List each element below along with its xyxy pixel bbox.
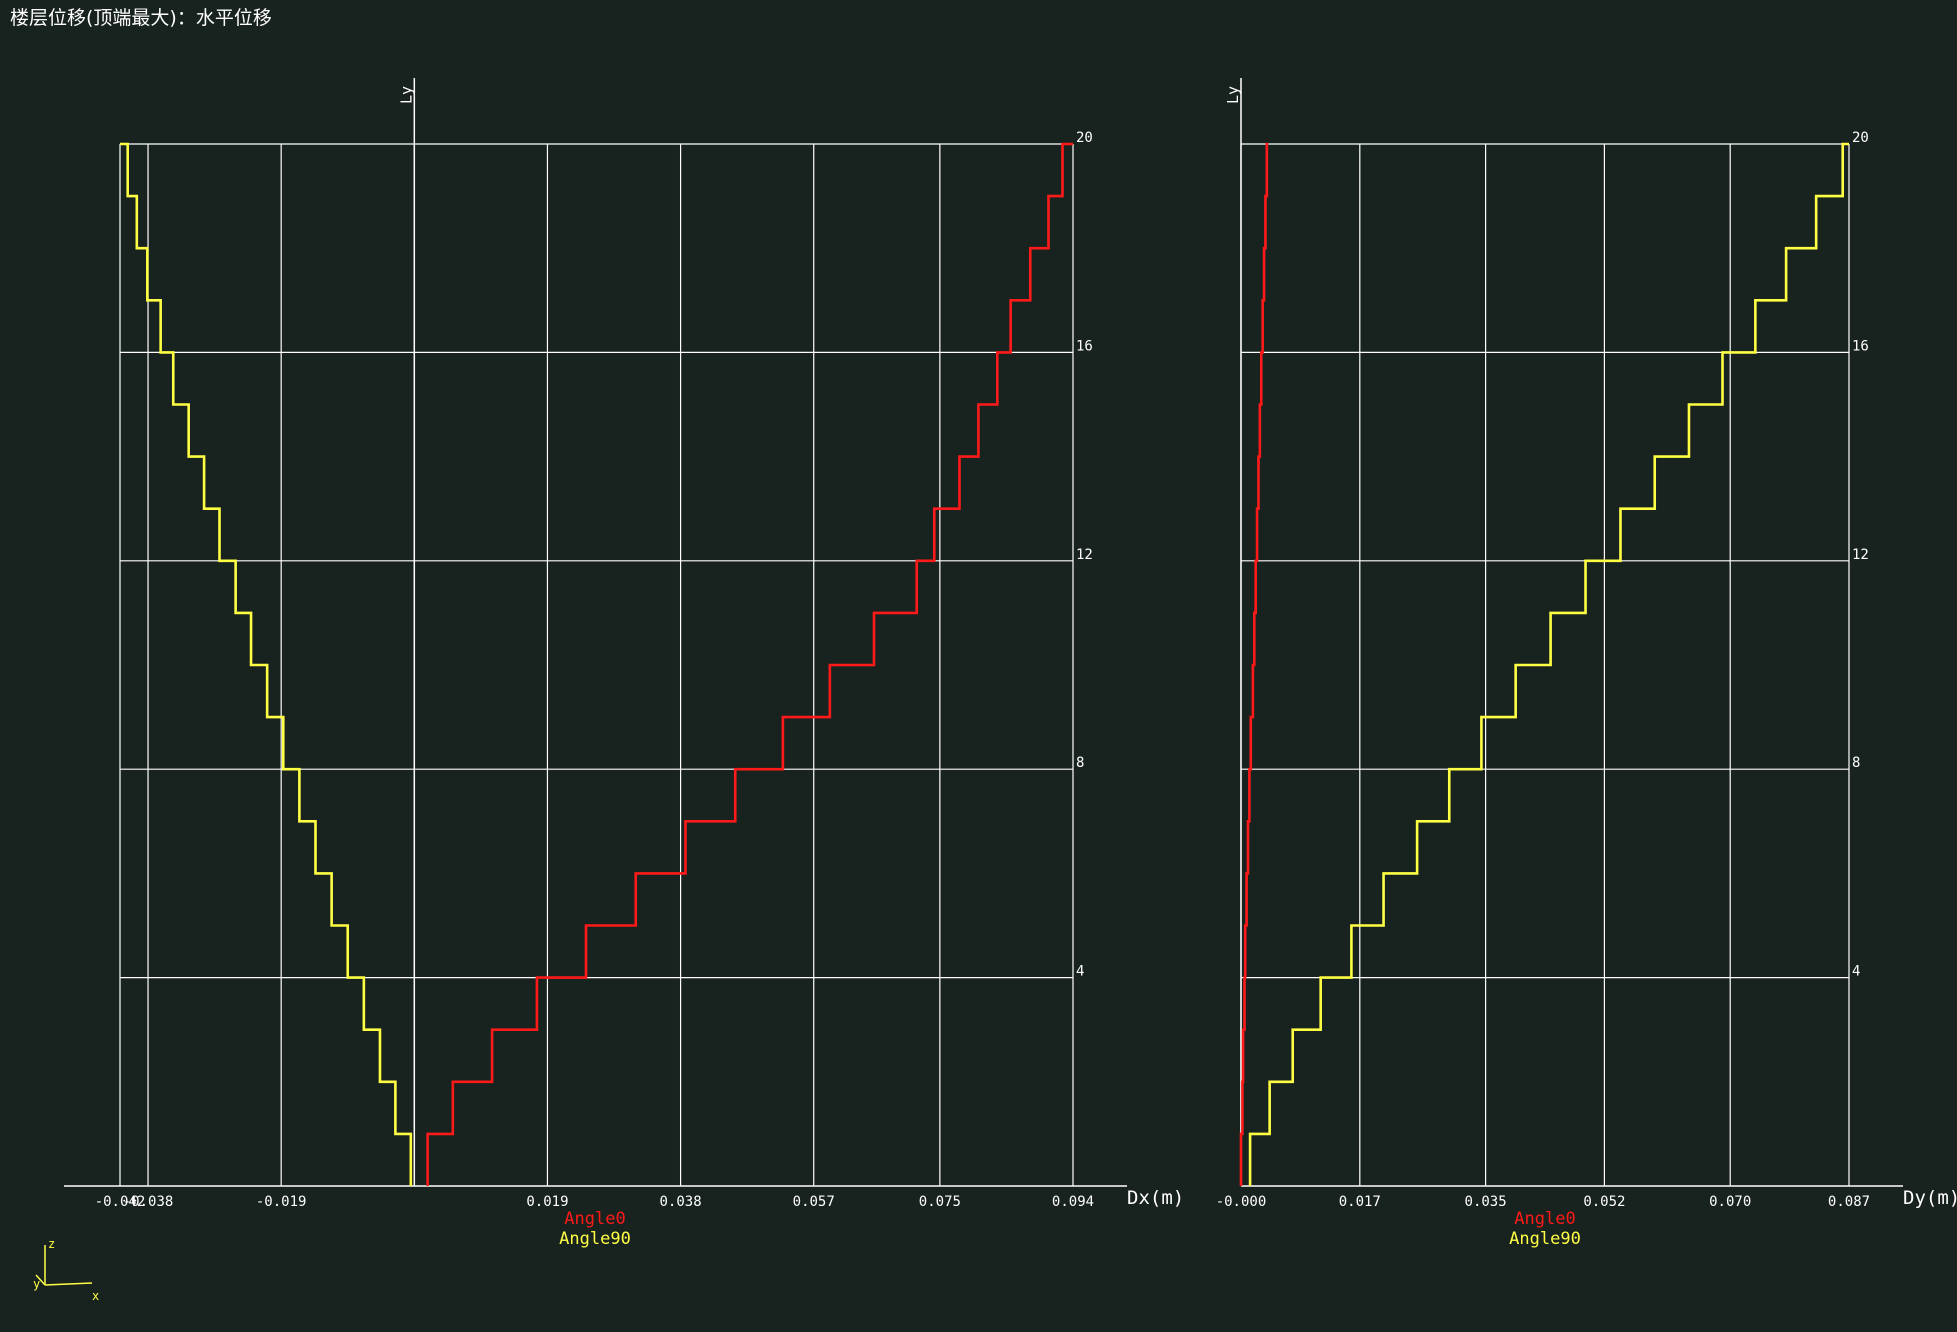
series-angle0-line [426,142,1073,1186]
legend-label-angle90: Angle90 [1509,1229,1581,1249]
y-tick-label: 4 [1852,964,1860,980]
legend-label-angle90: Angle90 [559,1229,631,1249]
x-tick-label: 0.075 [919,1194,961,1210]
y-tick-label: 20 [1076,130,1093,146]
x-tick-label: 0.094 [1052,1194,1094,1210]
x-tick-label: 0.019 [526,1194,568,1210]
axes-orientation-icon: z y x [33,1237,99,1303]
y-tick-label: 16 [1852,338,1869,354]
x-tick-label: -0.019 [256,1194,307,1210]
chart-dx: 48121620LyDx(m)-0.042-0.038 -0.019 0.019 0.… [64,78,1184,1249]
y-tick-label: 20 [1852,130,1869,146]
series-angle90-line [1248,142,1849,1186]
y-tick-label: 16 [1076,338,1093,354]
y-tick-label: 4 [1076,964,1084,980]
x-tick-label: 0.017 [1339,1194,1381,1210]
y-axis-label: Ly [397,86,415,104]
y-axis-label: Ly [1224,86,1242,104]
x-tick-label: 0.057 [793,1194,835,1210]
series-angle90-line [120,142,413,1186]
y-tick-label: 12 [1852,547,1869,563]
chart-dy: 4 8 12 16 20 Ly Dy(m) -0.000 0.017 0.035 0.052 0.07… [1216,78,1957,1249]
axis-z-label: z [48,1237,55,1251]
axis-x-label: x [92,1289,99,1303]
x-axis-label: Dy(m) [1903,1187,1957,1209]
chart-canvas: 48121620LyDx(m)-0.042-0.038 -0.019 0.019 0.… [33,78,1957,1303]
legend-label-angle0: Angle0 [564,1209,625,1229]
x-tick-label: 0.087 [1828,1194,1870,1210]
x-tick-label: 0.038 [660,1194,702,1210]
x-tick-label: -0.038 [123,1194,174,1210]
x-tick-label: 0.052 [1583,1194,1625,1210]
y-tick-label: 8 [1076,755,1084,771]
axis-y-label: y [33,1277,40,1291]
x-tick-label: 0.035 [1465,1194,1507,1210]
y-tick-label: 8 [1852,755,1860,771]
x-tick-label: -0.000 [1216,1194,1267,1210]
x-tick-label: 0.070 [1709,1194,1751,1210]
series-angle0-line [1239,142,1269,1186]
x-axis-label: Dx(m) [1127,1187,1184,1209]
y-tick-label: 12 [1076,547,1093,563]
legend-label-angle0: Angle0 [1514,1209,1575,1229]
